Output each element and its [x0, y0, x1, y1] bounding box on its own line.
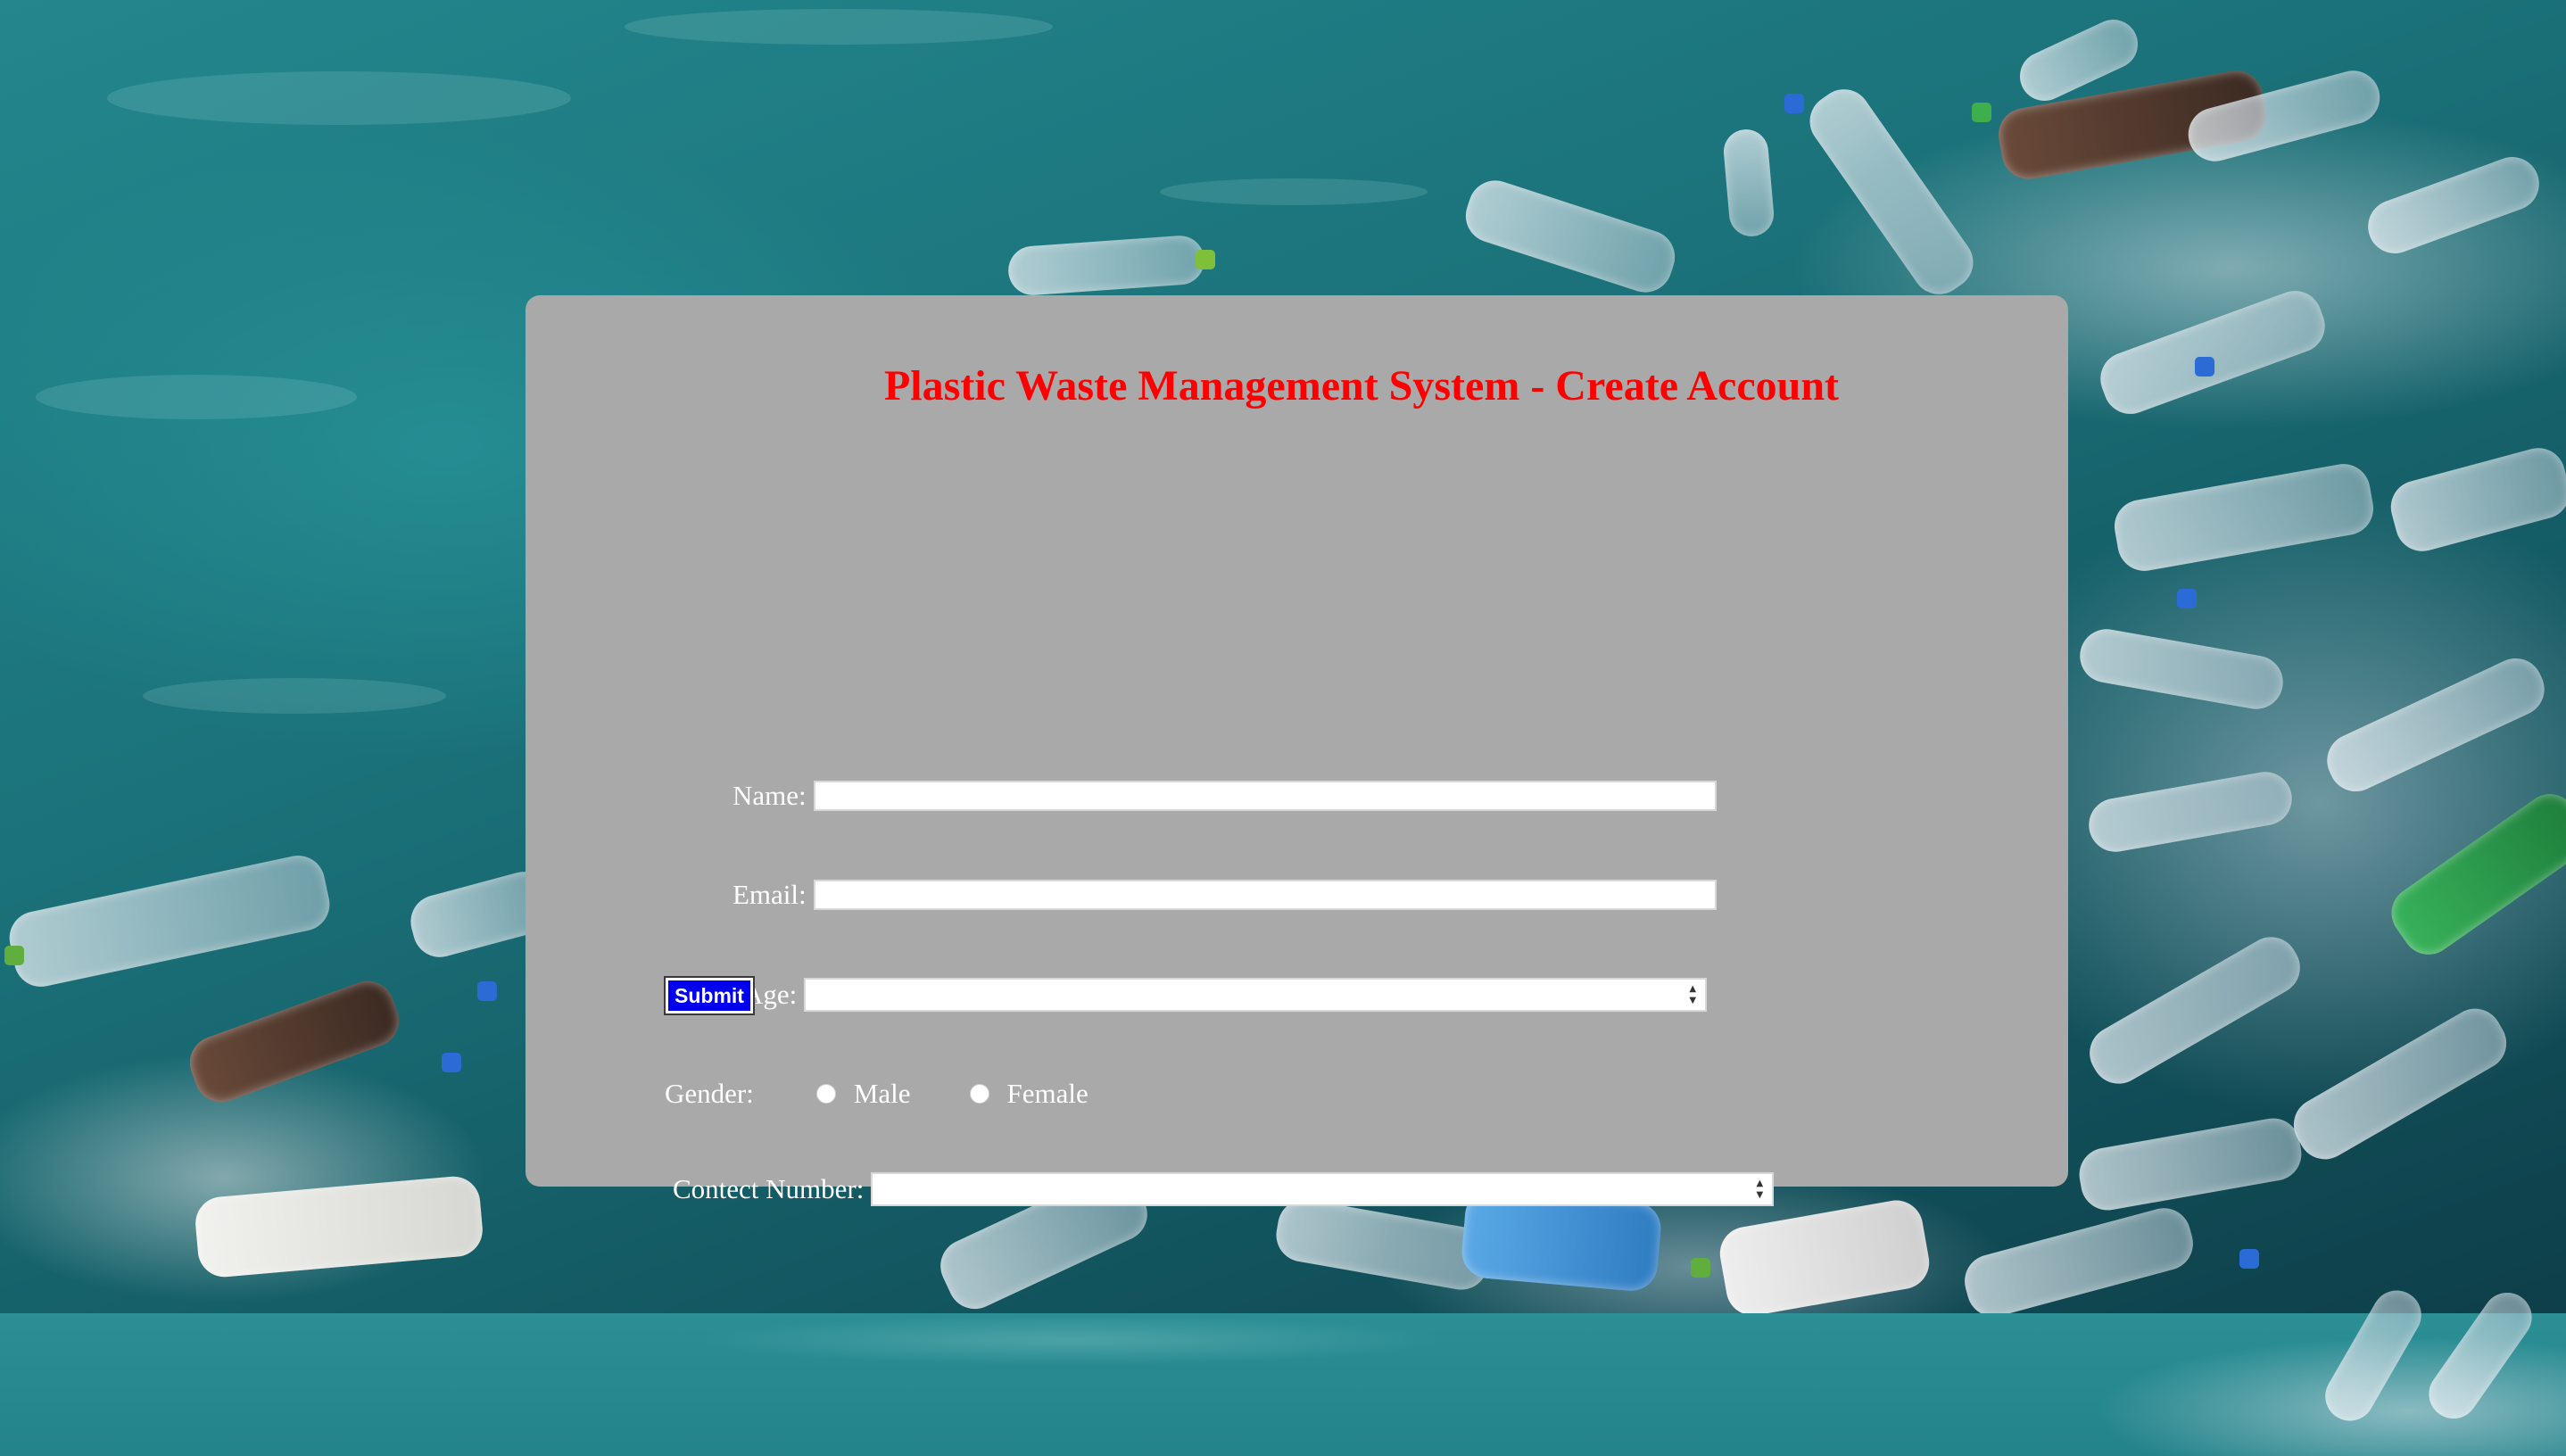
water-ripple	[107, 71, 571, 125]
spinner-down-icon[interactable]: ▼	[1757, 1190, 1764, 1200]
plastic-bottle	[2110, 459, 2378, 575]
water-ripple	[1160, 178, 1428, 205]
plastic-bottle	[1459, 173, 1682, 300]
name-field[interactable]	[813, 781, 1717, 811]
spinner-up-icon[interactable]: ▲	[1689, 984, 1696, 994]
bottle-cap	[442, 1053, 461, 1072]
contact-number-field[interactable]	[873, 1174, 1744, 1204]
gender-male-radio[interactable]	[815, 1084, 836, 1104]
bottle-cap	[477, 981, 497, 1001]
bottle-cap	[4, 946, 24, 965]
plastic-bottle	[1721, 128, 1776, 238]
bottle-cap	[2195, 357, 2214, 376]
plastic-bottle	[2385, 442, 2566, 558]
contact-number-label: Contect Number:	[673, 1173, 865, 1204]
plastic-bottle	[2318, 649, 2554, 800]
plastic-bottle	[182, 973, 407, 1110]
background-image-repeat	[0, 1281, 2566, 1456]
contact-number-field-wrapper: ▲ ▼	[871, 1172, 1775, 1206]
gender-row: Gender: Male Female	[665, 1078, 1088, 1110]
age-row: Age: ▲ ▼	[743, 978, 1708, 1012]
gender-female-label[interactable]: Female	[1007, 1078, 1088, 1110]
gender-options: Male Female	[815, 1078, 1088, 1110]
email-row: Email:	[733, 879, 1717, 911]
name-row: Name:	[733, 780, 1717, 812]
water-ripple	[36, 375, 357, 419]
plastic-bottle	[1006, 234, 1206, 297]
email-label: Email:	[733, 879, 807, 910]
plastic-bottle	[1271, 1195, 1494, 1295]
plastic-bottle	[4, 850, 335, 992]
bottle-cap	[1972, 103, 1991, 122]
gender-male-label[interactable]: Male	[854, 1078, 911, 1110]
water-ripple	[625, 9, 1053, 45]
plastic-bottle	[2360, 149, 2547, 261]
create-account-card: Plastic Waste Management System - Create…	[526, 295, 2068, 1206]
plastic-bottle	[1958, 1202, 2199, 1323]
bottle-cap	[2177, 589, 2197, 608]
email-field[interactable]	[813, 880, 1717, 910]
plastic-bottle	[1799, 79, 1984, 305]
plastic-bottle	[2092, 283, 2333, 422]
age-field-wrapper: ▲ ▼	[804, 978, 1708, 1012]
plastic-bottle	[2074, 1113, 2306, 1215]
name-label: Name:	[733, 780, 807, 811]
plastic-bottle	[2283, 998, 2517, 1170]
plastic-bottle	[1716, 1195, 1933, 1320]
age-field[interactable]	[806, 980, 1677, 1010]
plastic-bottle	[2075, 625, 2288, 714]
gender-label: Gender:	[665, 1078, 754, 1109]
water-ripple	[143, 678, 446, 714]
bottle-cap	[2239, 1249, 2259, 1269]
page-title: Plastic Waste Management System - Create…	[883, 362, 1839, 410]
spinner-up-icon[interactable]: ▲	[1757, 1179, 1764, 1188]
contact-row: Contect Number: ▲ ▼	[673, 1172, 1775, 1206]
plastic-bottle	[2380, 783, 2566, 965]
bottle-cap	[1691, 1258, 1710, 1278]
age-spinner[interactable]: ▲ ▼	[1685, 984, 1700, 1005]
submit-button[interactable]: Submit	[664, 976, 755, 1015]
plastic-bottle	[2080, 927, 2310, 1094]
bottle-cap	[1196, 250, 1215, 269]
contact-number-spinner[interactable]: ▲ ▼	[1752, 1179, 1767, 1200]
plastic-bottle	[193, 1174, 485, 1279]
plastic-bottle	[2084, 767, 2297, 856]
spinner-down-icon[interactable]: ▼	[1689, 996, 1696, 1005]
gender-female-radio[interactable]	[969, 1084, 989, 1104]
bottle-cap	[1784, 94, 1804, 113]
